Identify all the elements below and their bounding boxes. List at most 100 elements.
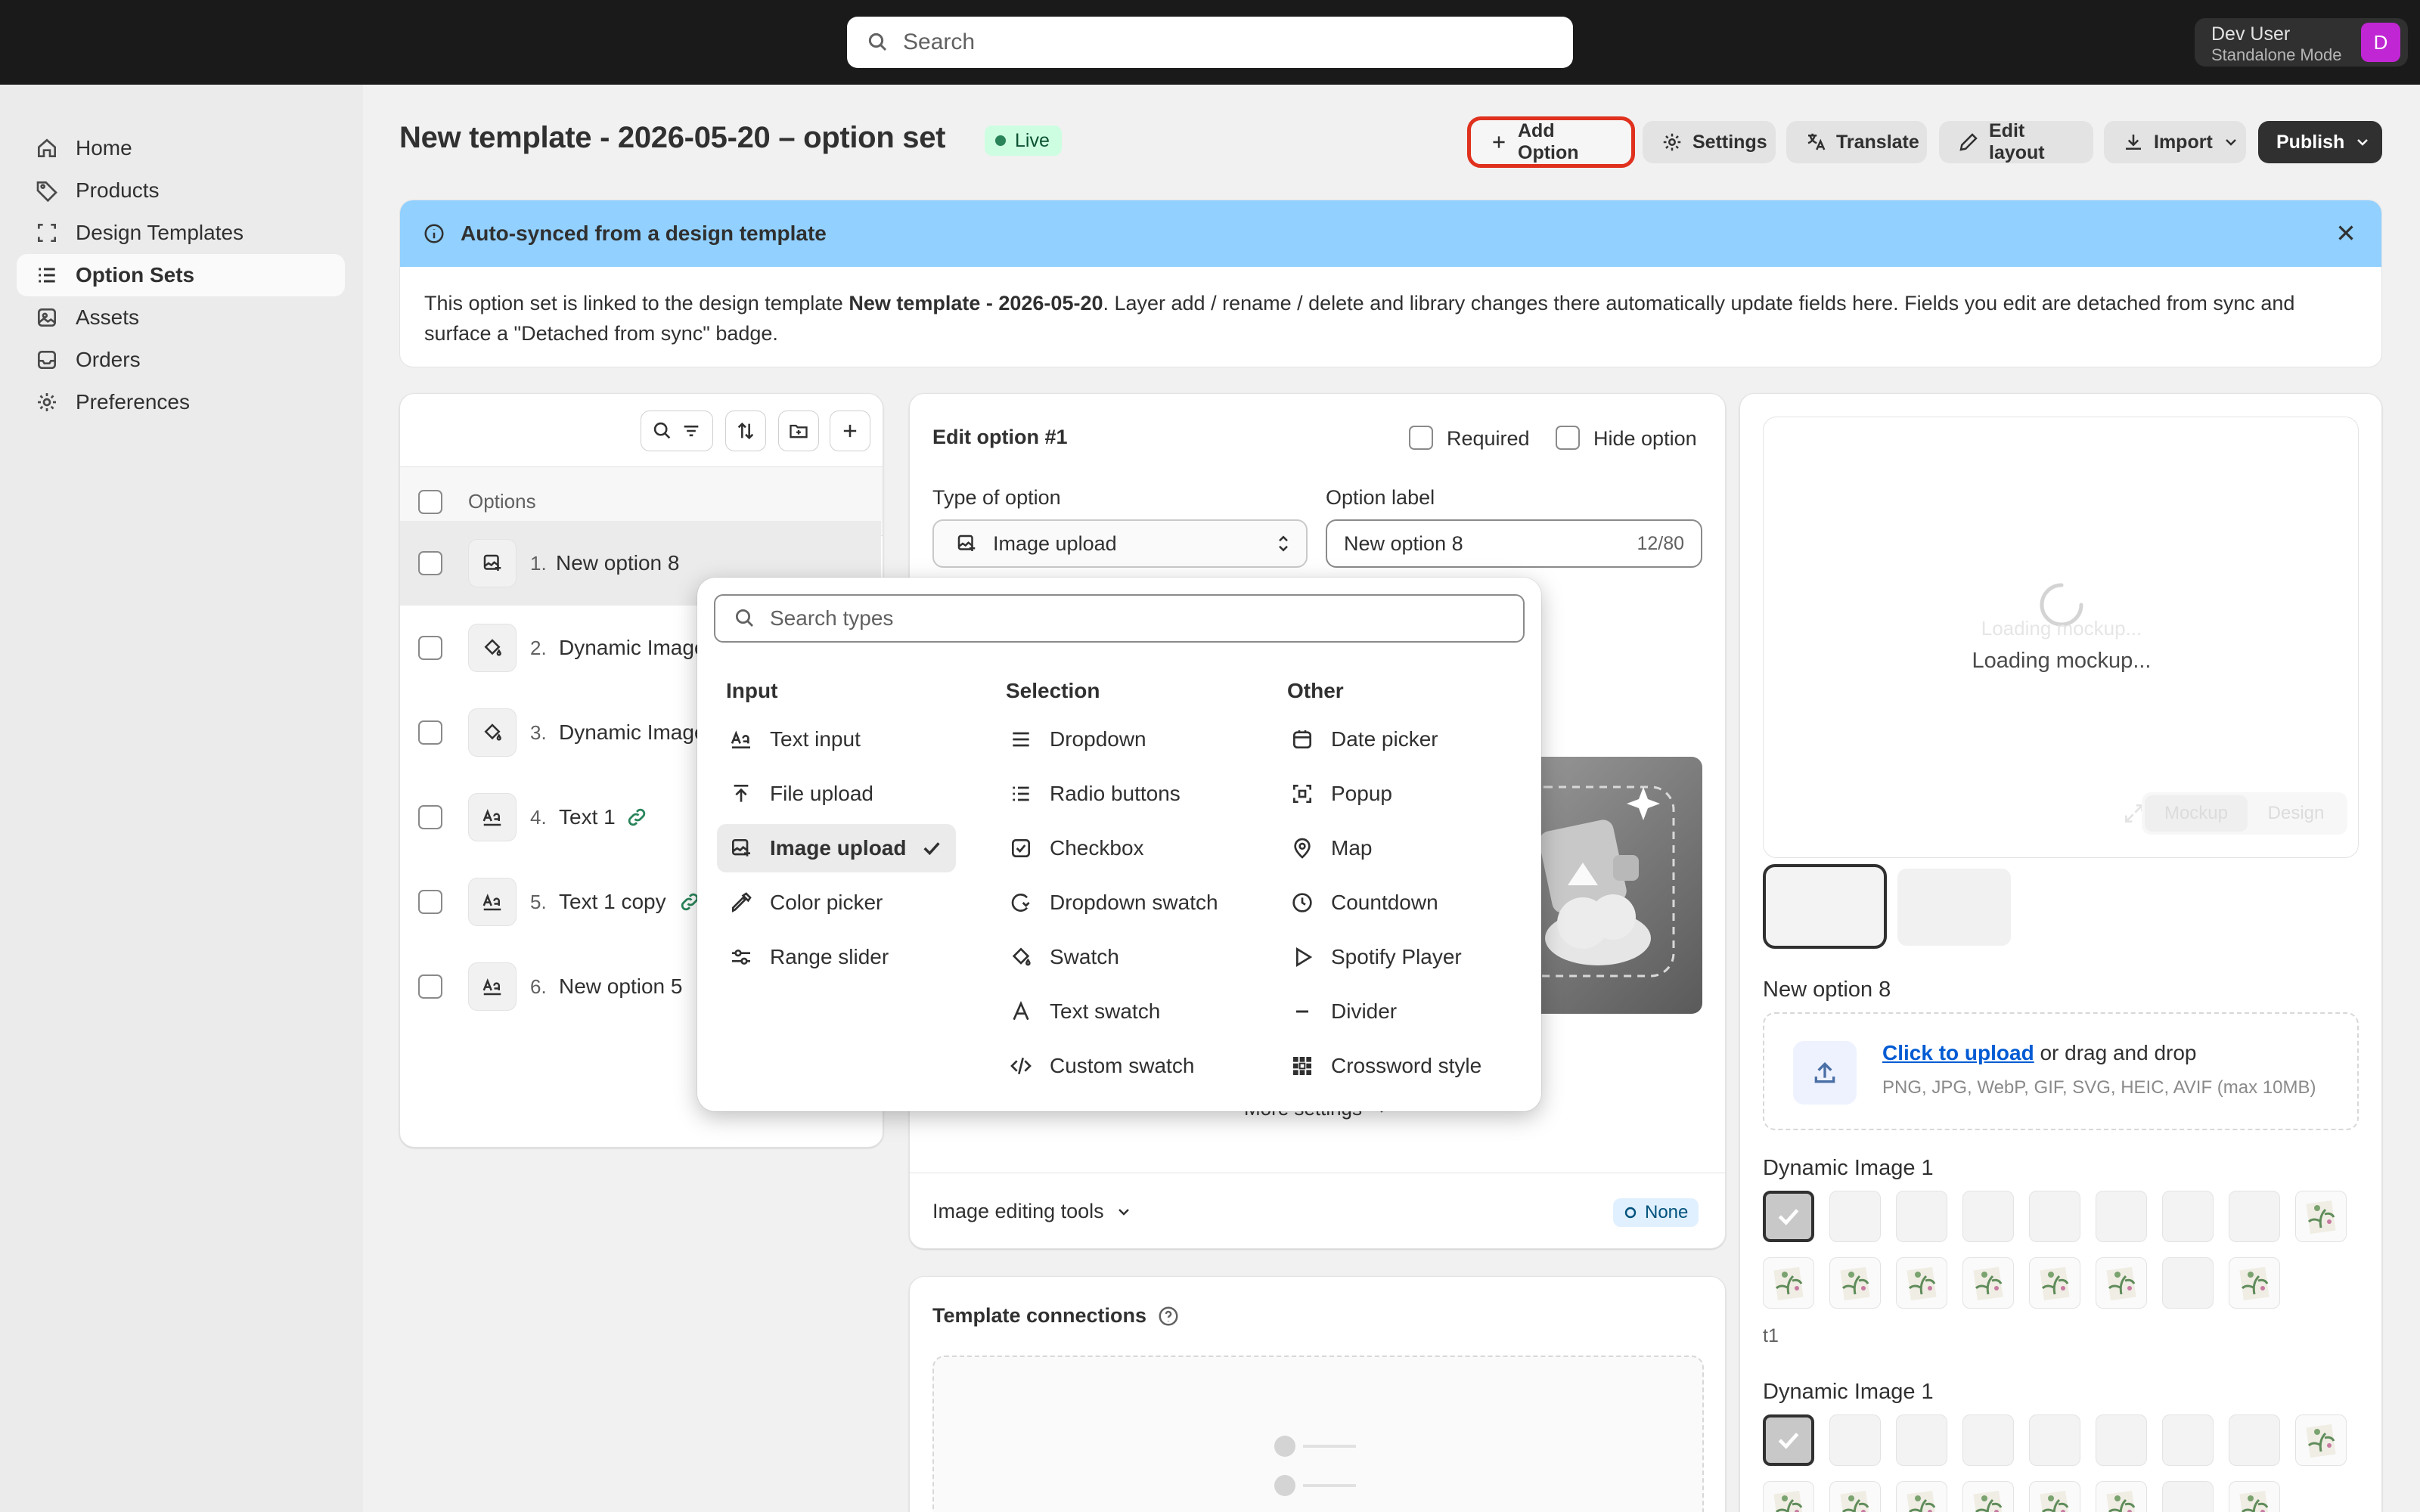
swatch[interactable] <box>1829 1191 1881 1242</box>
mockup-design-toggle[interactable]: Mockup Design <box>2142 792 2347 835</box>
swatch[interactable] <box>2029 1257 2080 1309</box>
swatch[interactable] <box>2029 1414 2080 1466</box>
sidebar-item-home[interactable]: Home <box>17 127 345 169</box>
type-of-option-select[interactable]: Image upload <box>932 519 1308 568</box>
edit-layout-button[interactable]: Edit layout <box>1939 120 2093 163</box>
sidebar-item-orders[interactable]: Orders <box>17 339 345 381</box>
swatch[interactable] <box>2096 1414 2147 1466</box>
type-option-file-upload[interactable]: File upload <box>717 770 956 818</box>
swatch[interactable] <box>2295 1191 2347 1242</box>
type-option-divider[interactable]: Divider <box>1278 987 1528 1036</box>
swatch[interactable] <box>2229 1414 2280 1466</box>
row-checkbox[interactable] <box>418 720 442 745</box>
swatch[interactable] <box>1896 1414 1947 1466</box>
swatch[interactable] <box>2295 1414 2347 1466</box>
search-filter-button[interactable] <box>641 411 713 451</box>
swatch[interactable] <box>2096 1257 2147 1309</box>
swatch[interactable] <box>2229 1257 2280 1309</box>
type-option-image-upload[interactable]: Image upload <box>717 824 956 872</box>
sort-button[interactable] <box>725 411 766 451</box>
search-types-input[interactable]: Search types <box>714 594 1525 643</box>
type-option-swatch[interactable]: Swatch <box>997 933 1254 981</box>
tab-design[interactable]: Design <box>2248 803 2344 824</box>
type-option-popup[interactable]: Popup <box>1278 770 1528 818</box>
row-checkbox[interactable] <box>418 805 442 829</box>
search-input[interactable]: Search <box>847 17 1573 68</box>
row-checkbox[interactable] <box>418 636 442 660</box>
click-to-upload-link[interactable]: Click to upload <box>1882 1041 2034 1064</box>
type-option-range-slider[interactable]: Range slider <box>717 933 956 981</box>
swatch[interactable] <box>1962 1257 2014 1309</box>
swatch[interactable] <box>1829 1257 1881 1309</box>
swatch[interactable] <box>2162 1257 2214 1309</box>
swatch[interactable] <box>2096 1481 2147 1512</box>
type-option-custom-swatch[interactable]: Custom swatch <box>997 1042 1254 1090</box>
option-label-input[interactable]: New option 8 12/80 <box>1326 519 1702 568</box>
import-button[interactable]: Import <box>2104 121 2246 163</box>
home-icon <box>35 136 59 160</box>
close-icon[interactable] <box>2333 220 2359 246</box>
type-option-text-swatch[interactable]: Text swatch <box>997 987 1254 1036</box>
swatch[interactable] <box>1829 1481 1881 1512</box>
user-menu[interactable]: Dev User Standalone Mode D <box>2195 18 2408 67</box>
swatch[interactable] <box>2229 1481 2280 1512</box>
publish-button[interactable]: Publish <box>2258 121 2382 163</box>
eyedropper-icon <box>729 891 753 915</box>
upload-dropzone[interactable]: Click to upload or drag and drop PNG, JP… <box>1763 1012 2359 1130</box>
swatch[interactable] <box>2162 1414 2214 1466</box>
type-option-label: Divider <box>1331 999 1398 1023</box>
select-arrows-icon <box>1274 532 1292 555</box>
type-option-radio-buttons[interactable]: Radio buttons <box>997 770 1254 818</box>
type-option-crossword-style[interactable]: Crossword style <box>1278 1042 1528 1090</box>
translate-button[interactable]: Translate <box>1786 121 1927 163</box>
add-option-button[interactable]: Add Option <box>1467 116 1635 168</box>
swatch-selected[interactable] <box>1763 1191 1814 1242</box>
swatch[interactable] <box>2229 1191 2280 1242</box>
add-item-button[interactable] <box>830 411 870 451</box>
swatch[interactable] <box>2029 1191 2080 1242</box>
sidebar-item-assets[interactable]: Assets <box>17 296 345 339</box>
type-option-dropdown[interactable]: Dropdown <box>997 715 1254 764</box>
swatch[interactable] <box>1962 1481 2014 1512</box>
swatch-selected[interactable] <box>1763 1414 1814 1466</box>
settings-button[interactable]: Settings <box>1643 121 1776 163</box>
type-option-color-picker[interactable]: Color picker <box>717 878 956 927</box>
row-checkbox[interactable] <box>418 551 442 575</box>
swatch[interactable] <box>2029 1481 2080 1512</box>
hide-option-checkbox[interactable] <box>1556 426 1580 450</box>
type-option-map[interactable]: Map <box>1278 824 1528 872</box>
sidebar-item-products[interactable]: Products <box>17 169 345 212</box>
row-checkbox[interactable] <box>418 974 442 999</box>
swatch[interactable] <box>2162 1191 2214 1242</box>
sidebar-item-preferences[interactable]: Preferences <box>17 381 345 423</box>
swatch[interactable] <box>2162 1481 2214 1512</box>
select-all-checkbox[interactable] <box>418 490 442 514</box>
swatch[interactable] <box>2096 1191 2147 1242</box>
swatch[interactable] <box>1962 1191 2014 1242</box>
dropdown-swatch-icon <box>1009 891 1033 915</box>
type-option-checkbox[interactable]: Checkbox <box>997 824 1254 872</box>
type-option-countdown[interactable]: Countdown <box>1278 878 1528 927</box>
sidebar-item-option-sets[interactable]: Option Sets <box>17 254 345 296</box>
sidebar-item-design-templates[interactable]: Design Templates <box>17 212 345 254</box>
swatch[interactable] <box>1763 1257 1814 1309</box>
type-option-date-picker[interactable]: Date picker <box>1278 715 1528 764</box>
avatar[interactable]: D <box>2361 23 2400 62</box>
swatch[interactable] <box>1896 1257 1947 1309</box>
swatch[interactable] <box>1962 1414 2014 1466</box>
swatch[interactable] <box>1829 1414 1881 1466</box>
swatch[interactable] <box>1896 1191 1947 1242</box>
image-editing-tools-toggle[interactable]: Image editing tools <box>932 1200 1133 1223</box>
swatch[interactable] <box>1763 1481 1814 1512</box>
type-option-text-input[interactable]: Text input <box>717 715 956 764</box>
add-folder-button[interactable] <box>778 411 819 451</box>
preview-thumbnail-selected[interactable] <box>1763 864 1887 949</box>
type-option-dropdown-swatch[interactable]: Dropdown swatch <box>997 878 1254 927</box>
swatch[interactable] <box>1896 1481 1947 1512</box>
preview-thumbnail[interactable] <box>1897 869 2011 946</box>
tab-mockup[interactable]: Mockup <box>2145 795 2248 832</box>
row-checkbox[interactable] <box>418 890 442 914</box>
help-icon[interactable] <box>1157 1305 1180 1328</box>
required-checkbox[interactable] <box>1409 426 1433 450</box>
type-option-spotify-player[interactable]: Spotify Player <box>1278 933 1528 981</box>
